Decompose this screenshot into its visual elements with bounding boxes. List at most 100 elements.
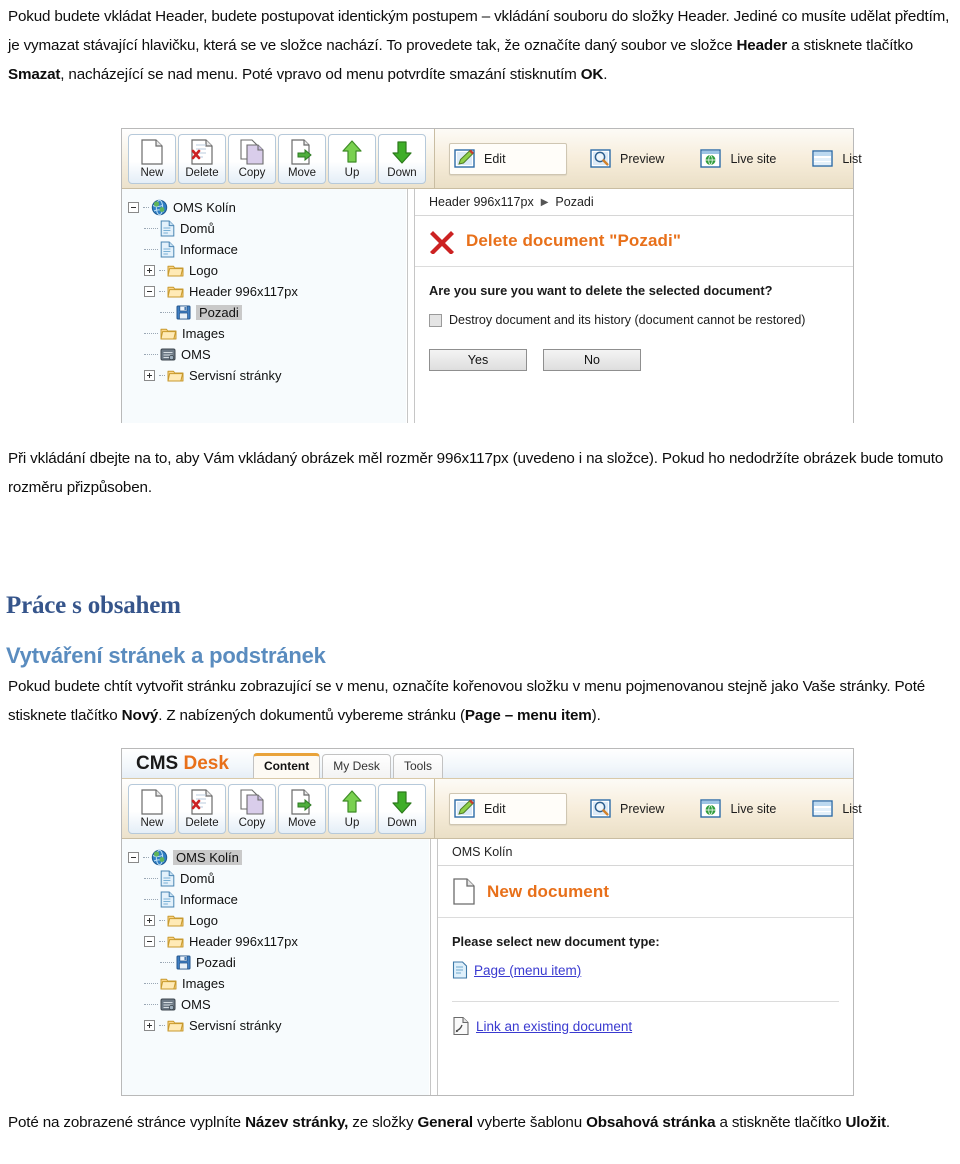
new-document-panel-title: New document [438, 866, 853, 918]
move-button[interactable]: Move [278, 133, 326, 184]
up-button[interactable]: Up [328, 133, 376, 184]
collapse-icon[interactable] [144, 286, 155, 297]
collapse-icon[interactable] [128, 852, 139, 863]
destroy-history-checkbox[interactable] [429, 313, 442, 327]
delete-document-icon [191, 788, 213, 815]
preview-view-button[interactable]: Preview [585, 143, 677, 175]
tree-item-label[interactable]: Informace [180, 242, 238, 257]
tree-item-label[interactable]: Logo [189, 263, 218, 278]
folder-icon [160, 976, 177, 991]
tree-connector [143, 207, 149, 208]
copy-button[interactable]: Copy [228, 783, 276, 834]
tree-item[interactable]: OMS [128, 994, 429, 1015]
tree-item[interactable]: OMS Kolín [128, 847, 429, 868]
tree-item[interactable]: Logo [128, 910, 429, 931]
edit-view-button[interactable]: Edit [449, 142, 567, 175]
tree-item-label[interactable]: Pozadi [196, 955, 236, 970]
shot1-splitter[interactable] [407, 189, 415, 423]
edit-view-label: Edit [484, 801, 506, 816]
expand-icon[interactable] [144, 265, 155, 276]
tab-tools[interactable]: Tools [392, 754, 443, 778]
list-view-button[interactable]: List [807, 793, 874, 825]
tree-item[interactable]: Servisní stránky [128, 1015, 429, 1036]
new-button[interactable]: New [128, 783, 176, 834]
tree-item-label[interactable]: Logo [189, 913, 218, 928]
tree-item[interactable]: Servisní stránky [128, 365, 406, 386]
tree-item[interactable]: Images [128, 323, 406, 344]
delete-button[interactable]: Delete [178, 133, 226, 184]
down-button[interactable]: Down [378, 783, 426, 834]
tree-item[interactable]: Header 996x117px [128, 931, 429, 952]
expand-icon[interactable] [144, 370, 155, 381]
collapse-icon[interactable] [128, 202, 139, 213]
live-site-view-button[interactable]: Live site [695, 793, 789, 825]
tree-item-label[interactable]: Domů [180, 871, 215, 886]
breadcrumb-item-0[interactable]: OMS Kolín [452, 845, 512, 859]
move-button[interactable]: Move [278, 783, 326, 834]
up-button[interactable]: Up [328, 783, 376, 834]
yes-button[interactable]: Yes [429, 349, 527, 371]
emphasis-text: Smazat [8, 66, 61, 83]
tree-item-label[interactable]: OMS Kolín [173, 200, 236, 215]
tree-item[interactable]: Domů [128, 868, 429, 889]
tree-item[interactable]: Header 996x117px [128, 281, 406, 302]
expand-icon[interactable] [144, 915, 155, 926]
tree-item-label[interactable]: Servisní stránky [189, 368, 281, 383]
link-existing-document[interactable]: Link an existing document [452, 1016, 853, 1036]
globe-icon [151, 199, 168, 216]
doc-type-page-menu-item[interactable]: Page (menu item) [452, 961, 853, 979]
down-button[interactable]: Down [378, 133, 426, 184]
no-button[interactable]: No [543, 349, 641, 371]
tree-item-label[interactable]: Header 996x117px [189, 284, 298, 299]
tree-item-label[interactable]: OMS [181, 997, 211, 1012]
tree-item[interactable]: Informace [128, 239, 406, 260]
tab-my-desk[interactable]: My Desk [322, 754, 391, 778]
destroy-history-checkbox-row[interactable]: Destroy document and its history (docume… [429, 313, 853, 327]
shot2-content-tree[interactable]: OMS Kolín Domů Informace Logo Header 996x117… [122, 839, 430, 1095]
doc-type-page-menu-item-label[interactable]: Page (menu item) [474, 963, 581, 978]
page-icon [160, 241, 175, 258]
preview-view-button[interactable]: Preview [585, 793, 677, 825]
shot1-content-tree[interactable]: OMS Kolín Domů Informace Logo Header 996x117… [122, 189, 407, 423]
collapse-icon[interactable] [144, 936, 155, 947]
list-view-button[interactable]: List [807, 143, 874, 175]
tree-item[interactable]: OMS [128, 344, 406, 365]
tab-content[interactable]: Content [252, 753, 321, 778]
live-site-view-button[interactable]: Live site [695, 143, 789, 175]
tree-item-label[interactable]: OMS [181, 347, 211, 362]
fill-page-paragraph-text: Poté na zobrazené stránce vyplníte Název… [8, 1114, 890, 1131]
list-icon [812, 799, 834, 817]
down-button-label: Down [387, 816, 417, 829]
expand-icon[interactable] [144, 1020, 155, 1031]
tree-item[interactable]: Images [128, 973, 429, 994]
arrow-down-icon [392, 140, 412, 164]
tree-item-label[interactable]: Servisní stránky [189, 1018, 281, 1033]
arrow-down-icon [392, 790, 412, 814]
tree-item[interactable]: Informace [128, 889, 429, 910]
tree-item[interactable]: Pozadi [128, 302, 406, 323]
shot2-action-buttons: New Delete Copy Move Up Down [122, 779, 435, 838]
edit-view-button[interactable]: Edit [449, 792, 567, 825]
copy-button[interactable]: Copy [228, 133, 276, 184]
shot2-splitter[interactable] [430, 839, 438, 1095]
breadcrumb-item-0[interactable]: Header 996x117px [429, 195, 534, 209]
link-existing-document-label[interactable]: Link an existing document [476, 1019, 632, 1034]
tree-item-label[interactable]: Header 996x117px [189, 934, 298, 949]
breadcrumb-item-1[interactable]: Pozadi [555, 195, 593, 209]
tree-item-label[interactable]: OMS Kolín [173, 850, 242, 865]
cms-new-document-screenshot: CMS Desk Content My Desk Tools New Delet… [121, 748, 862, 1096]
arrow-up-icon [342, 139, 362, 163]
tree-item-label[interactable]: Images [182, 326, 225, 341]
tree-connector [159, 291, 165, 292]
tree-item-label[interactable]: Informace [180, 892, 238, 907]
tree-item[interactable]: OMS Kolín [128, 197, 406, 218]
tree-item[interactable]: Pozadi [128, 952, 429, 973]
tree-item-label[interactable]: Images [182, 976, 225, 991]
new-button[interactable]: New [128, 133, 176, 184]
tree-item-label[interactable]: Domů [180, 221, 215, 236]
tree-item-label[interactable]: Pozadi [196, 305, 242, 320]
body-text: ze složky [348, 1114, 418, 1131]
tree-item[interactable]: Logo [128, 260, 406, 281]
tree-item[interactable]: Domů [128, 218, 406, 239]
delete-button[interactable]: Delete [178, 783, 226, 834]
